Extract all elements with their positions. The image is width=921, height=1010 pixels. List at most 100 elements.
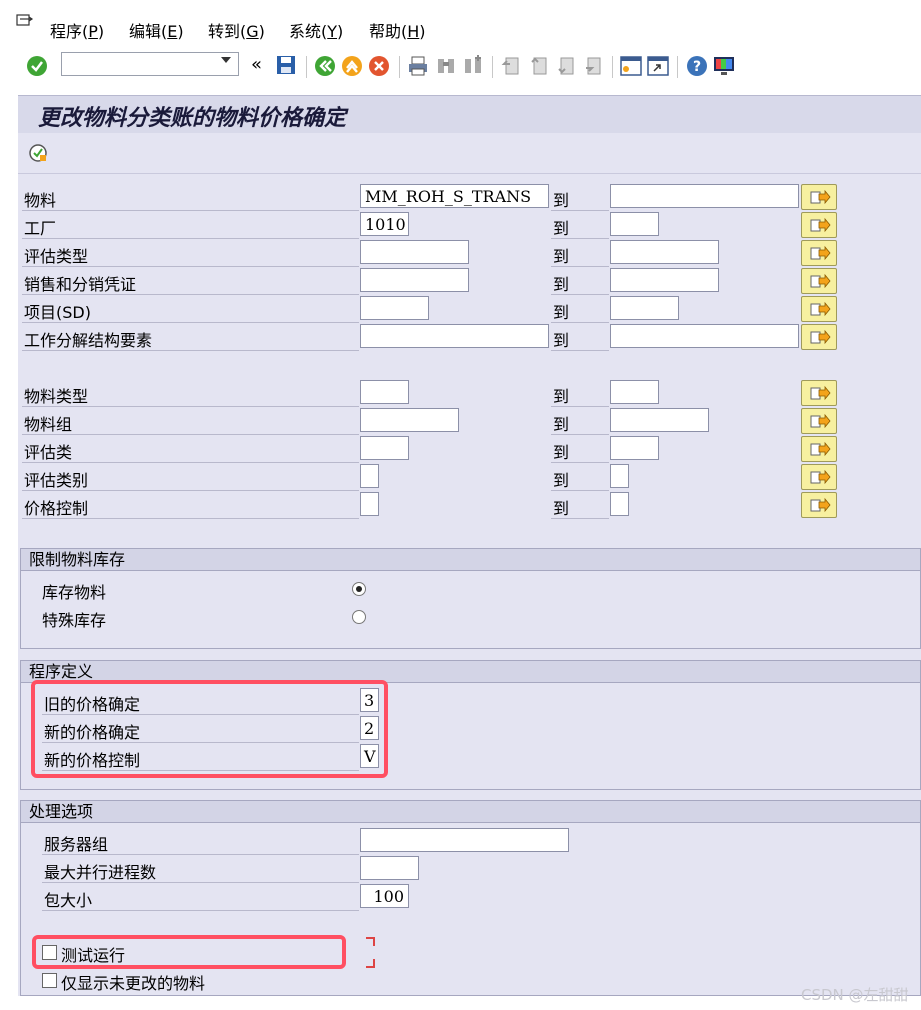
to-label: 到 bbox=[553, 275, 570, 294]
first-page-icon[interactable] bbox=[499, 54, 523, 78]
watermark: CSDN @左甜甜 bbox=[801, 986, 909, 1004]
to-label: 到 bbox=[553, 191, 570, 210]
sales-document-to-input[interactable] bbox=[610, 268, 719, 292]
stock-group-title: 限制物料库存 bbox=[21, 549, 920, 571]
confirm-icon[interactable] bbox=[25, 54, 49, 78]
material-group-label: 物料组 bbox=[24, 415, 73, 434]
material-group-from-input[interactable] bbox=[360, 408, 459, 432]
plant-to-input[interactable] bbox=[610, 212, 659, 236]
material-multiple-selection-button[interactable] bbox=[801, 184, 837, 210]
menu-edit[interactable]: 编辑(E) bbox=[129, 18, 184, 42]
valuation-category-from-input[interactable] bbox=[360, 464, 379, 488]
special-stock-radio[interactable] bbox=[352, 610, 366, 624]
item-sd-from-input[interactable] bbox=[360, 296, 429, 320]
sales-document-multiple-selection-button[interactable] bbox=[801, 268, 837, 294]
package-size-label: 包大小 bbox=[44, 891, 93, 910]
valuation-class-label: 评估类 bbox=[24, 443, 73, 462]
valuation-category-label: 评估类别 bbox=[24, 471, 89, 490]
menu-program[interactable]: 程序(P) bbox=[50, 18, 104, 42]
max-parallel-processes-label: 最大并行进程数 bbox=[44, 863, 157, 882]
sales-document-label: 销售和分销凭证 bbox=[24, 275, 137, 294]
customize-layout-icon[interactable] bbox=[712, 54, 736, 78]
item-sd-multiple-selection-button[interactable] bbox=[801, 296, 837, 322]
wbs-element-multiple-selection-button[interactable] bbox=[801, 324, 837, 350]
item-sd-label: 项目(SD) bbox=[24, 303, 91, 322]
exit-icon[interactable] bbox=[340, 54, 364, 78]
page-title: 更改物料分类账的物料价格确定 bbox=[38, 105, 347, 131]
highlight-box bbox=[31, 680, 388, 778]
to-label: 到 bbox=[553, 219, 570, 238]
wbs-element-to-input[interactable] bbox=[610, 324, 799, 348]
special-stock-label: 特殊库存 bbox=[42, 611, 107, 630]
wbs-element-label: 工作分解结构要素 bbox=[24, 331, 153, 350]
max-parallel-processes-input[interactable] bbox=[360, 856, 419, 880]
plant-multiple-selection-button[interactable] bbox=[801, 212, 837, 238]
plant-from-input[interactable]: 1010 bbox=[360, 212, 409, 236]
help-icon[interactable]: ? bbox=[685, 54, 709, 78]
sales-document-from-input[interactable] bbox=[360, 268, 469, 292]
material-type-label: 物料类型 bbox=[24, 387, 89, 406]
menu-goto[interactable]: 转到(G) bbox=[208, 18, 265, 42]
price-control-multiple-selection-button[interactable] bbox=[801, 492, 837, 518]
back-icon[interactable] bbox=[313, 54, 337, 78]
to-label: 到 bbox=[553, 387, 570, 406]
plant-label: 工厂 bbox=[24, 219, 57, 238]
material-label: 物料 bbox=[24, 191, 57, 210]
menu-system[interactable]: 系统(Y) bbox=[289, 18, 343, 42]
material-type-to-input[interactable] bbox=[610, 380, 659, 404]
shortcut-icon[interactable] bbox=[646, 54, 670, 78]
price-control-to-input[interactable] bbox=[610, 492, 629, 516]
server-group-label: 服务器组 bbox=[44, 835, 109, 854]
to-label: 到 bbox=[553, 303, 570, 322]
to-label: 到 bbox=[553, 443, 570, 462]
valuation-category-multiple-selection-button[interactable] bbox=[801, 464, 837, 490]
find-icon[interactable] bbox=[434, 54, 458, 78]
to-label: 到 bbox=[553, 471, 570, 490]
corner-mark bbox=[366, 937, 375, 946]
material-from-input[interactable]: MM_ROH_S_TRANS bbox=[360, 184, 549, 208]
previous-page-icon[interactable] bbox=[527, 54, 551, 78]
cancel-icon[interactable] bbox=[367, 54, 391, 78]
unchanged-only-checkbox[interactable] bbox=[42, 973, 57, 988]
package-size-input[interactable]: 100 bbox=[360, 884, 409, 908]
application-toolbar bbox=[18, 133, 921, 174]
execute-icon[interactable] bbox=[28, 143, 48, 163]
to-label: 到 bbox=[553, 499, 570, 518]
material-to-input[interactable] bbox=[610, 184, 799, 208]
material-group-to-input[interactable] bbox=[610, 408, 709, 432]
valuation-category-to-input[interactable] bbox=[610, 464, 629, 488]
valuation-class-from-input[interactable] bbox=[360, 436, 409, 460]
price-control-from-input[interactable] bbox=[360, 492, 379, 516]
unchanged-only-label: 仅显示未更改的物料 bbox=[61, 974, 206, 993]
valuation-type-label: 评估类型 bbox=[24, 247, 89, 266]
valuation-class-to-input[interactable] bbox=[610, 436, 659, 460]
valuation-type-from-input[interactable] bbox=[360, 240, 469, 264]
last-page-icon[interactable] bbox=[581, 54, 605, 78]
wbs-element-from-input[interactable] bbox=[360, 324, 549, 348]
material-type-multiple-selection-button[interactable] bbox=[801, 380, 837, 406]
server-group-input[interactable] bbox=[360, 828, 569, 852]
menu-icon[interactable] bbox=[16, 14, 34, 30]
create-session-icon[interactable] bbox=[619, 54, 643, 78]
menu-help[interactable]: 帮助(H) bbox=[369, 18, 426, 42]
print-icon[interactable] bbox=[406, 54, 430, 78]
material-group-multiple-selection-button[interactable] bbox=[801, 408, 837, 434]
command-field[interactable] bbox=[61, 52, 239, 76]
valuation-class-multiple-selection-button[interactable] bbox=[801, 436, 837, 462]
item-sd-to-input[interactable] bbox=[610, 296, 679, 320]
save-icon[interactable] bbox=[275, 54, 299, 78]
valuation-type-to-input[interactable] bbox=[610, 240, 719, 264]
to-label: 到 bbox=[553, 247, 570, 266]
next-page-icon[interactable] bbox=[554, 54, 578, 78]
material-type-from-input[interactable] bbox=[360, 380, 409, 404]
stock-material-radio[interactable] bbox=[352, 582, 366, 596]
find-next-icon[interactable] bbox=[461, 54, 485, 78]
valuation-type-multiple-selection-button[interactable] bbox=[801, 240, 837, 266]
price-control-label: 价格控制 bbox=[24, 499, 89, 518]
stock-material-label: 库存物料 bbox=[42, 583, 107, 602]
to-label: 到 bbox=[553, 331, 570, 350]
to-label: 到 bbox=[553, 415, 570, 434]
collapse-icon[interactable]: « bbox=[251, 54, 262, 75]
corner-mark bbox=[366, 959, 375, 968]
chevron-down-icon[interactable] bbox=[221, 57, 231, 63]
